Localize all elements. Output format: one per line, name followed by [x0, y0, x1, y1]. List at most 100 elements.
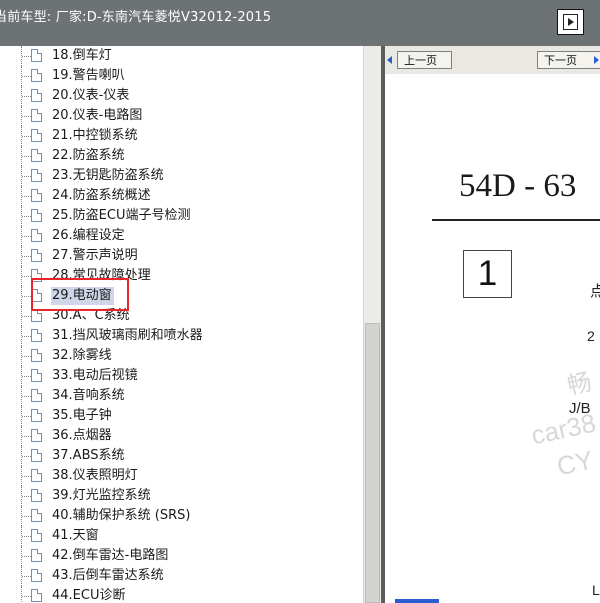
document-viewer: 上一页 下一页 54D - 63 1 点 2 J/B L 畅 car38 CY: [385, 46, 600, 603]
document-icon: [31, 509, 42, 522]
tree-item-label: 42.倒车雷达-电路图: [52, 548, 169, 563]
document-icon: [31, 549, 42, 562]
tree-branch: [22, 276, 31, 277]
tree-branch: [22, 576, 31, 577]
tree-scrollbar[interactable]: [363, 46, 381, 603]
document-icon: [31, 109, 42, 122]
tree-item-label: 41.天窗: [52, 528, 99, 543]
tree-branch: [22, 536, 31, 537]
tree-branch: [22, 136, 31, 137]
document-icon: [31, 469, 42, 482]
tree-item[interactable]: 24.防盗系统概述: [0, 186, 363, 206]
tree-item[interactable]: 40.辅助保护系统 (SRS): [0, 506, 363, 526]
watermark-char: 畅: [565, 368, 595, 401]
tree-item-label: 19.警告喇叭: [52, 68, 125, 83]
tree-item[interactable]: 27.警示声说明: [0, 246, 363, 266]
tree-item[interactable]: 21.中控锁系统: [0, 126, 363, 146]
tree-branch: [22, 476, 31, 477]
tree-item[interactable]: 20.仪表-电路图: [0, 106, 363, 126]
tree-item[interactable]: 31.挡风玻璃雨刷和喷水器: [0, 326, 363, 346]
document-icon: [31, 49, 42, 62]
tree-item-label: 20.仪表-电路图: [52, 108, 143, 123]
tree-item[interactable]: 18.倒车灯: [0, 46, 363, 66]
title-bar: 当前车型: 厂家:D-东南汽车菱悦V32012-2015: [0, 0, 600, 46]
tree-item-label: 34.音响系统: [52, 388, 125, 403]
tree-item-label: 24.防盗系统概述: [52, 188, 151, 203]
tree-item[interactable]: 26.编程设定: [0, 226, 363, 246]
tree-item[interactable]: 25.防盗ECU端子号检测: [0, 206, 363, 226]
tree-branch: [22, 296, 31, 297]
document-icon: [31, 429, 42, 442]
tree-item-label: 18.倒车灯: [52, 48, 112, 63]
blue-tab-indicator: [395, 599, 439, 603]
tree-item-label: 21.中控锁系统: [52, 128, 138, 143]
tree-connector: [21, 586, 22, 603]
tree-item[interactable]: 39.灯光监控系统: [0, 486, 363, 506]
tree-item-label: 25.防盗ECU端子号检测: [52, 208, 191, 223]
tree-item[interactable]: 44.ECU诊断: [0, 586, 363, 603]
tree-branch: [22, 456, 31, 457]
document-icon: [31, 129, 42, 142]
tree-panel: 18.倒车灯 19.警告喇叭 20.仪表-仪表 20.仪表-电路图 21.中控锁系统 22…: [0, 46, 363, 603]
document-icon: [31, 249, 42, 262]
tree-item-label: 31.挡风玻璃雨刷和喷水器: [52, 328, 203, 343]
page-code: 54D - 63: [459, 168, 577, 204]
document-page: 54D - 63 1 点 2 J/B L 畅 car38 CY: [385, 74, 600, 603]
tree-item-label: 37.ABS系统: [52, 448, 125, 463]
tree-branch: [22, 336, 31, 337]
tree-branch: [22, 76, 31, 77]
tree-branch: [22, 516, 31, 517]
tree-item[interactable]: 43.后倒车雷达系统: [0, 566, 363, 586]
tree-item-label: 23.无钥匙防盗系统: [52, 168, 164, 183]
tree-item-label: 26.编程设定: [52, 228, 125, 243]
arrow-right-icon[interactable]: [594, 56, 599, 64]
tree-item[interactable]: 23.无钥匙防盗系统: [0, 166, 363, 186]
document-icon: [31, 409, 42, 422]
tree-item-label: 36.点烟器: [52, 428, 112, 443]
tree-item-label: 33.电动后视镜: [52, 368, 138, 383]
edge-text-2: 2: [587, 328, 595, 344]
document-icon: [31, 209, 42, 222]
edge-text-l: L: [592, 582, 600, 598]
document-icon: [31, 229, 42, 242]
tree-branch: [22, 56, 31, 57]
window-title: 当前车型: 厂家:D-东南汽车菱悦V32012-2015: [0, 10, 272, 25]
tree-branch: [22, 256, 31, 257]
tree-item[interactable]: 42.倒车雷达-电路图: [0, 546, 363, 566]
tree-item[interactable]: 35.电子钟: [0, 406, 363, 426]
tree-item[interactable]: 32.除雾线: [0, 346, 363, 366]
tree-item[interactable]: 36.点烟器: [0, 426, 363, 446]
document-icon: [31, 389, 42, 402]
tree-item-label: 44.ECU诊断: [52, 588, 126, 603]
tree-branch: [22, 416, 31, 417]
tree-item[interactable]: 38.仪表照明灯: [0, 466, 363, 486]
next-page-button[interactable]: 下一页: [537, 51, 600, 69]
tree-item[interactable]: 19.警告喇叭: [0, 66, 363, 86]
tree-item[interactable]: 33.电动后视镜: [0, 366, 363, 386]
tree-item[interactable]: 34.音响系统: [0, 386, 363, 406]
tree-branch: [22, 496, 31, 497]
tree-item[interactable]: 41.天窗: [0, 526, 363, 546]
arrow-left-icon[interactable]: [387, 56, 392, 64]
tree-item-label: 35.电子钟: [52, 408, 112, 423]
scrollbar-thumb[interactable]: [365, 323, 380, 603]
tree-item-label: 32.除雾线: [52, 348, 112, 363]
tree-item[interactable]: 37.ABS系统: [0, 446, 363, 466]
document-icon: [31, 449, 42, 462]
document-icon: [31, 589, 42, 602]
document-icon: [31, 529, 42, 542]
document-icon: [31, 169, 42, 182]
tree-branch: [22, 216, 31, 217]
tree-branch: [22, 176, 31, 177]
tree-item[interactable]: 22.防盗系统: [0, 146, 363, 166]
viewer-toolbar: 上一页 下一页: [385, 46, 600, 75]
panel-toggle-button[interactable]: [557, 9, 584, 35]
document-icon: [31, 189, 42, 202]
play-icon: [563, 14, 578, 30]
tree-item-label: 38.仪表照明灯: [52, 468, 138, 483]
document-icon: [31, 149, 42, 162]
document-icon: [31, 369, 42, 382]
tree-item-label: 20.仪表-仪表: [52, 88, 130, 103]
prev-page-button[interactable]: 上一页: [397, 51, 452, 69]
tree-item[interactable]: 20.仪表-仪表: [0, 86, 363, 106]
